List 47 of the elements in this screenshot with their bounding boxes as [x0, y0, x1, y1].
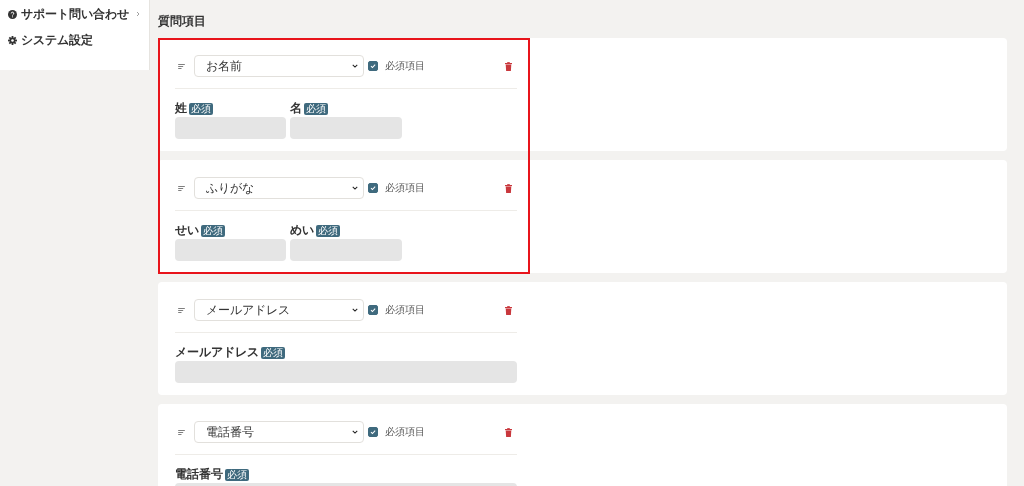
- required-label: 必須項目: [385, 303, 425, 317]
- required-checkbox[interactable]: [368, 305, 378, 315]
- delete-icon[interactable]: [505, 61, 512, 71]
- sort-icon[interactable]: [178, 63, 185, 69]
- field-label: せい: [175, 222, 199, 239]
- sort-icon[interactable]: [178, 185, 185, 191]
- required-badge: 必須: [201, 224, 225, 237]
- input-field[interactable]: [175, 239, 287, 261]
- section-title: 質問項目: [158, 13, 207, 30]
- required-badge: 必須: [225, 468, 249, 481]
- field-label: 名: [290, 100, 303, 117]
- type-select[interactable]: メールアドレス: [194, 299, 364, 321]
- caret-icon: [352, 64, 358, 68]
- required-badge: 必須: [316, 224, 341, 237]
- delete-icon[interactable]: [505, 427, 512, 437]
- field-label: 姓: [175, 100, 187, 117]
- required-checkbox[interactable]: [368, 427, 378, 437]
- required-label: 必須項目: [385, 181, 425, 195]
- required-checkbox[interactable]: [368, 183, 378, 193]
- help-icon: [8, 9, 17, 19]
- sidebar-item[interactable]: システム設定: [0, 32, 149, 48]
- caret-icon: [352, 186, 358, 190]
- sidebar-item[interactable]: サポート問い合わせ: [0, 6, 149, 22]
- delete-icon[interactable]: [505, 183, 512, 193]
- sort-icon[interactable]: [178, 307, 185, 313]
- sort-icon[interactable]: [178, 429, 185, 435]
- input-field[interactable]: [175, 117, 287, 139]
- field-label: 電話番号: [175, 466, 223, 483]
- required-label: 必須項目: [385, 425, 425, 439]
- required-checkbox[interactable]: [368, 61, 378, 71]
- required-badge: 必須: [261, 346, 285, 359]
- delete-icon[interactable]: [505, 305, 512, 315]
- field-label: メールアドレス: [175, 344, 259, 361]
- field-label: めい: [290, 222, 315, 239]
- required-label: 必須項目: [385, 59, 425, 73]
- chevron-icon: [136, 11, 140, 17]
- type-select[interactable]: ふりがな: [194, 177, 364, 199]
- required-badge: 必須: [304, 102, 329, 115]
- caret-icon: [352, 308, 358, 312]
- settings-icon: [8, 35, 17, 45]
- input-field[interactable]: [290, 117, 402, 139]
- required-badge: 必須: [189, 102, 213, 115]
- input-field[interactable]: [290, 239, 402, 261]
- type-select[interactable]: お名前: [194, 55, 364, 77]
- input-field[interactable]: [175, 361, 517, 383]
- type-select[interactable]: 電話番号: [194, 421, 364, 443]
- caret-icon: [352, 430, 358, 434]
